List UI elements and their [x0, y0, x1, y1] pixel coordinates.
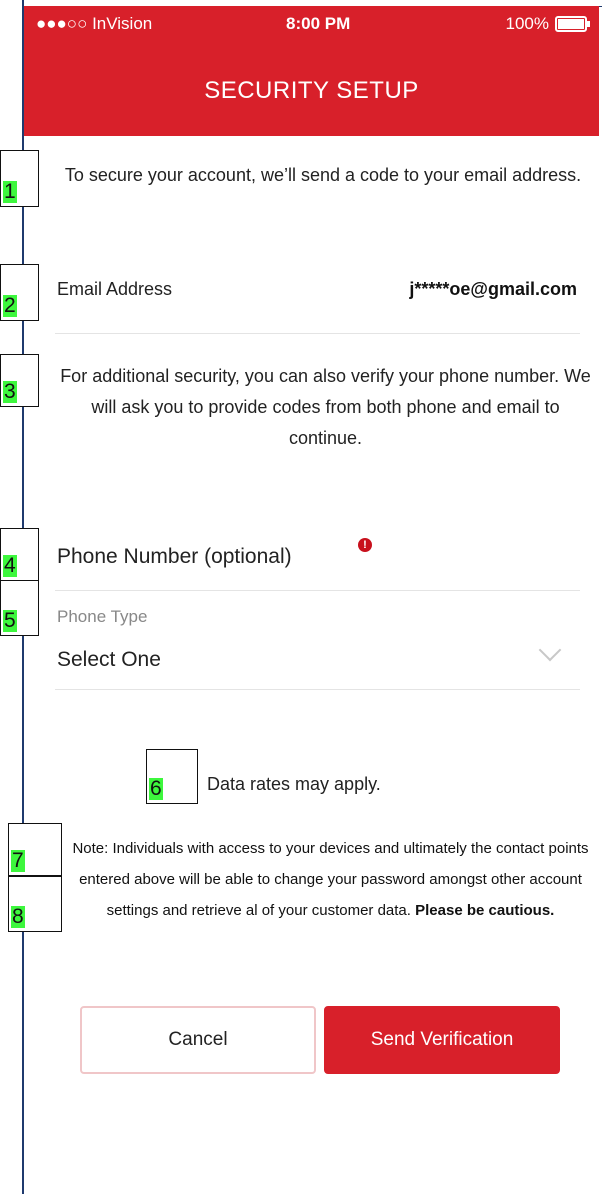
battery-percent: 100%: [505, 14, 549, 33]
status-bar: ●●●○○ InVision 8:00 PM 100%: [24, 6, 599, 42]
divider: [55, 689, 580, 690]
cancel-button[interactable]: Cancel: [80, 1006, 316, 1074]
annotation-2: 2: [0, 264, 39, 321]
carrier-signal: ●●●○○ InVision: [36, 14, 153, 33]
battery-status: 100%: [505, 14, 590, 34]
phone-type-select[interactable]: Select One: [57, 648, 161, 672]
divider: [55, 333, 580, 334]
data-rates-text: Data rates may apply.: [207, 774, 381, 794]
annotation-7: 7: [8, 823, 62, 876]
annotation-3: 3: [0, 354, 39, 407]
annotation-8: 8: [8, 876, 62, 932]
annotation-4: 4: [0, 528, 39, 581]
annotation-1: 1: [0, 150, 39, 207]
email-value: j*****oe@gmail.com: [409, 279, 577, 299]
page-title: SECURITY SETUP: [204, 77, 419, 104]
note-text: Note: Individuals with access to your de…: [58, 833, 603, 926]
send-verification-button[interactable]: Send Verification: [324, 1006, 560, 1074]
phone-number-field[interactable]: Phone Number (optional): [57, 545, 292, 569]
battery-icon: [555, 16, 590, 32]
info-icon[interactable]: !: [358, 538, 372, 552]
phone-type-label: Phone Type: [57, 607, 148, 626]
annotation-6: 6: [146, 749, 198, 804]
email-label: Email Address: [57, 279, 173, 299]
header-bar: SECURITY SETUP: [24, 42, 599, 136]
status-time: 8:00 PM: [286, 14, 351, 33]
additional-security-text: For additional security, you can also ve…: [60, 366, 591, 448]
chevron-down-icon[interactable]: [538, 638, 562, 662]
divider: [55, 590, 580, 591]
intro-text: To secure your account, we’ll send a cod…: [64, 165, 582, 185]
annotation-5: 5: [0, 580, 39, 636]
note-emphasis: Please be cautious.: [415, 902, 555, 919]
